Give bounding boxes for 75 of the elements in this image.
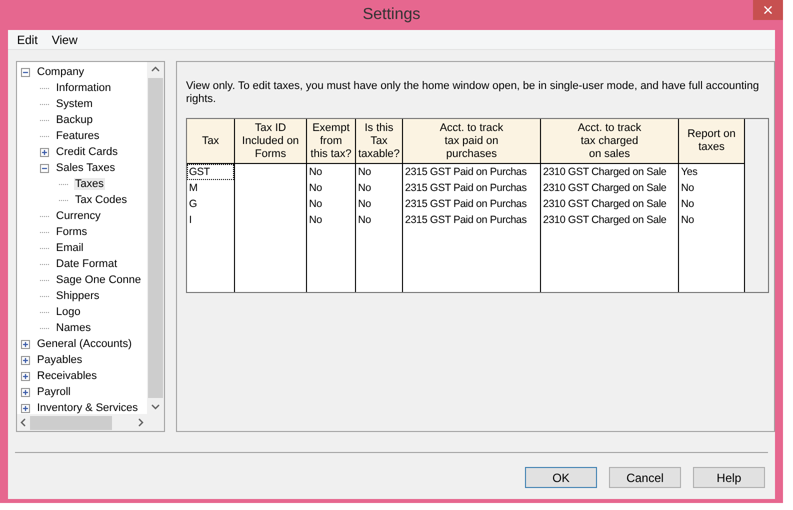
tree-item[interactable]: Taxes — [74, 178, 105, 190]
table-cell-text: No — [308, 197, 323, 212]
tree-item[interactable]: Payroll — [36, 386, 72, 398]
table-cell-text: No — [308, 213, 323, 228]
table-cell-text: No — [357, 213, 372, 228]
column-header: Acct. to track tax charged on sales — [541, 119, 679, 164]
table-cell-text: No — [308, 181, 323, 196]
menu-item[interactable]: Edit — [11, 32, 44, 46]
tree-item[interactable]: Features — [55, 130, 100, 142]
tree-item[interactable]: Sales Taxes — [55, 162, 116, 174]
column-header: Tax ID Included on Forms — [235, 119, 307, 164]
collapse-icon[interactable] — [21, 68, 30, 76]
table-cell-text: 2310 GST Charged on Sale — [542, 213, 668, 228]
table-cell-text: 2310 GST Charged on Sale — [542, 181, 668, 196]
table-cell-text: M — [188, 181, 198, 196]
tree-item[interactable]: Credit Cards — [55, 146, 119, 158]
column-header: Acct. to track tax paid on purchases — [403, 119, 541, 164]
tree-item[interactable]: Shippers — [55, 290, 100, 302]
table-cell-text: 2315 GST Paid on Purchas — [404, 213, 528, 228]
scroll-up-icon[interactable] — [151, 66, 160, 72]
expand-icon[interactable] — [21, 340, 30, 348]
tree-item[interactable]: Sage One Conne — [55, 274, 142, 286]
table-cell-text: 2315 GST Paid on Purchas — [404, 197, 528, 212]
table-cell: GST — [187, 164, 234, 180]
column-header: Tax — [187, 119, 235, 164]
expand-icon[interactable] — [21, 372, 30, 380]
expand-icon[interactable] — [21, 388, 30, 396]
column-header: Report on taxes — [679, 119, 745, 164]
scroll-left-icon — [20, 418, 26, 427]
tree-item[interactable]: Receivables — [36, 370, 98, 382]
tree-item[interactable]: Payables — [36, 354, 84, 366]
table-cell-text: 2315 GST Paid on Purchas — [404, 165, 528, 180]
tree-item[interactable]: Email — [55, 242, 85, 254]
table-cell-text: No — [680, 197, 695, 212]
column-header: Is this Tax taxable? — [356, 119, 403, 164]
scroll-right-icon — [138, 418, 144, 427]
close-button[interactable]: × — [753, 0, 783, 20]
tree-item[interactable]: Logo — [55, 306, 82, 318]
dialog-button[interactable]: OK — [525, 467, 597, 488]
tree-item[interactable]: Inventory & Services — [36, 402, 139, 414]
tree-item[interactable]: Tax Codes — [74, 194, 128, 206]
table-cell-text: I — [188, 213, 193, 228]
tree-item[interactable]: Company — [36, 66, 86, 78]
table-cell-text: 2315 GST Paid on Purchas — [404, 181, 528, 196]
table-cell-text: No — [308, 165, 323, 180]
tree-item[interactable]: Date Format — [55, 258, 118, 270]
expand-icon[interactable] — [40, 148, 49, 156]
view-only-notice: View only. To edit taxes, you must have only the home window open, be in single-user mode, and have full accounting rights. — [186, 80, 760, 106]
table-cell-text: No — [680, 213, 695, 228]
table-cell-text: No — [680, 181, 695, 196]
expand-icon[interactable] — [21, 404, 30, 412]
vertical-scrollbar[interactable] — [147, 62, 164, 414]
collapse-icon[interactable] — [40, 164, 49, 172]
column-header: Exempt from this tax? — [307, 119, 356, 164]
tree-item[interactable]: Information — [55, 82, 112, 94]
tree-item[interactable]: Backup — [55, 114, 94, 126]
tree-item[interactable]: Names — [55, 322, 92, 334]
table-cell-text: Yes — [680, 165, 698, 180]
dialog-button[interactable]: Help — [693, 467, 765, 488]
horizontal-scrollbar[interactable] — [17, 414, 147, 431]
tree-item[interactable]: Currency — [55, 210, 102, 222]
table-cell-text: 2310 GST Charged on Sale — [542, 197, 668, 212]
table-cell-text: No — [357, 165, 372, 180]
dialog-button[interactable]: Cancel — [609, 467, 681, 488]
window-title: Settings — [362, 6, 420, 24]
tree-item[interactable]: General (Accounts) — [36, 338, 133, 350]
menu-item[interactable]: View — [46, 32, 84, 46]
tree-item[interactable]: Forms — [55, 226, 88, 238]
table-cell-text: No — [357, 197, 372, 212]
scroll-down-icon[interactable] — [151, 404, 160, 410]
expand-icon[interactable] — [21, 356, 30, 364]
tree-item[interactable]: System — [55, 98, 94, 110]
table-cell-text: No — [357, 181, 372, 196]
table-cell-text: G — [188, 197, 198, 212]
table-cell-text: 2310 GST Charged on Sale — [542, 165, 668, 180]
